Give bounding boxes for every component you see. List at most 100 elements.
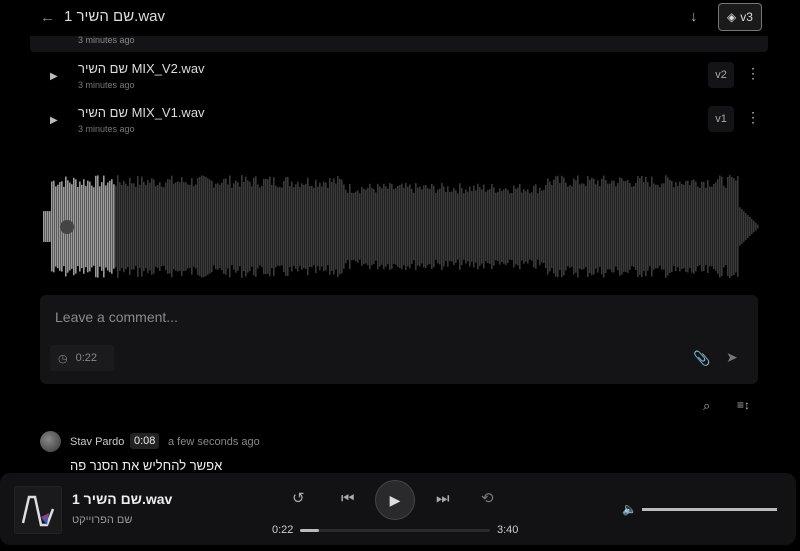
player-project[interactable]: שם הפרוייקט xyxy=(72,514,132,526)
waveform-bar xyxy=(149,182,151,271)
waveform[interactable] xyxy=(43,175,759,278)
waveform-bar xyxy=(515,188,517,265)
waveform-bar xyxy=(125,183,127,270)
waveform-bar xyxy=(347,192,349,261)
waveform-bar xyxy=(251,186,253,267)
waveform-bar xyxy=(349,184,351,269)
waveform-bar xyxy=(199,176,201,277)
waveform-bar xyxy=(181,177,183,276)
waveform-bar xyxy=(433,185,435,268)
waveform-bar xyxy=(423,185,425,268)
waveform-bar xyxy=(751,218,753,235)
waveform-bar xyxy=(407,186,409,267)
waveform-bar xyxy=(445,191,447,262)
waveform-bar xyxy=(341,179,343,274)
waveform-bar xyxy=(369,183,371,270)
comment-marker-avatar[interactable] xyxy=(60,220,74,234)
waveform-bar xyxy=(243,182,245,271)
more-vertical-icon[interactable]: ⋮ xyxy=(746,109,760,126)
skip-next-icon[interactable]: ⏭ xyxy=(436,490,450,507)
version-row-current[interactable]: 3 minutes ago xyxy=(30,35,768,52)
back-arrow-icon[interactable]: ← xyxy=(40,9,55,26)
waveform-bar xyxy=(315,179,317,274)
version-badge[interactable]: v1 xyxy=(708,106,734,132)
waveform-bar xyxy=(179,182,181,271)
waveform-bar xyxy=(589,179,591,274)
waveform-bar xyxy=(653,183,655,270)
waveform-bar xyxy=(299,187,301,266)
waveform-bar xyxy=(53,180,55,273)
comment-input[interactable]: Leave a comment... xyxy=(55,309,178,325)
waveform-bar xyxy=(393,189,395,264)
waveform-bar xyxy=(47,211,49,242)
waveform-bar xyxy=(137,175,139,278)
timestamp-toggle[interactable]: ◷ 0:22 xyxy=(50,345,114,371)
attach-icon[interactable]: 📎 xyxy=(693,350,710,367)
waveform-bar xyxy=(353,192,355,261)
waveform-bar xyxy=(287,177,289,276)
waveform-bar xyxy=(677,185,679,268)
waveform-bar xyxy=(599,186,601,267)
replay-icon[interactable]: ↺ xyxy=(292,489,305,507)
waveform-bar xyxy=(735,180,737,273)
waveform-bar xyxy=(577,175,579,278)
progress-slider[interactable] xyxy=(300,529,490,532)
sort-icon[interactable]: ≡↕ xyxy=(737,398,750,412)
waveform-bar xyxy=(85,185,87,268)
search-icon[interactable]: ⌕ xyxy=(703,398,710,414)
volume-slider[interactable] xyxy=(642,508,777,511)
waveform-bar xyxy=(661,183,663,270)
waveform-bar xyxy=(235,180,237,273)
repeat-icon[interactable]: ⟲ xyxy=(481,489,494,507)
waveform-bar xyxy=(629,182,631,271)
versions-button[interactable]: ◈ v3 xyxy=(718,3,762,31)
waveform-bar xyxy=(725,187,727,266)
waveform-bar xyxy=(155,186,157,267)
waveform-bar xyxy=(499,188,501,265)
skip-previous-icon[interactable]: ⏮ xyxy=(341,490,355,507)
waveform-bar xyxy=(575,180,577,273)
waveform-bar xyxy=(713,183,715,270)
waveform-bar xyxy=(437,189,439,264)
version-badge[interactable]: v2 xyxy=(708,62,734,88)
waveform-bar xyxy=(447,186,449,267)
waveform-bar xyxy=(417,187,419,266)
waveform-bar xyxy=(409,184,411,269)
waveform-bar xyxy=(337,175,339,278)
waveform-bar xyxy=(327,187,329,266)
waveform-bar xyxy=(119,182,121,271)
send-icon[interactable]: ➤ xyxy=(726,349,738,366)
waveform-bar xyxy=(255,176,257,277)
waveform-bar xyxy=(389,183,391,270)
play-button[interactable]: ▶ xyxy=(375,480,415,520)
waveform-bar xyxy=(357,190,359,263)
volume-icon[interactable]: 🔈 xyxy=(622,502,637,516)
waveform-bar xyxy=(77,186,79,267)
waveform-bar xyxy=(689,185,691,268)
waveform-bar xyxy=(707,179,709,274)
version-row[interactable]: ▶ שם השיר MIX_V1.wav 3 minutes ago v1 ⋮ xyxy=(0,101,800,145)
comment-timestamp[interactable]: 0:08 xyxy=(130,433,160,449)
waveform-bar xyxy=(595,184,597,269)
waveform-bar xyxy=(321,186,323,267)
more-vertical-icon[interactable]: ⋮ xyxy=(746,65,760,82)
waveform-bar xyxy=(339,178,341,275)
version-row[interactable]: ▶ שם השיר MIX_V2.wav 3 minutes ago v2 ⋮ xyxy=(0,57,800,101)
waveform-bar xyxy=(51,181,53,272)
download-icon[interactable]: ↓ xyxy=(690,8,698,25)
waveform-bar xyxy=(157,184,159,269)
waveform-bar xyxy=(301,183,303,270)
comment-text: אפשר להחליש את הסנר פה xyxy=(70,458,223,473)
waveform-bar xyxy=(693,179,695,274)
waveform-bar xyxy=(705,187,707,266)
play-icon[interactable]: ▶ xyxy=(50,71,58,82)
waveform-bar xyxy=(455,190,457,263)
waveform-bar xyxy=(603,175,605,278)
waveform-bar xyxy=(587,176,589,277)
waveform-bar xyxy=(297,181,299,272)
waveform-bar xyxy=(579,184,581,269)
play-icon[interactable]: ▶ xyxy=(50,115,58,126)
waveform-bar xyxy=(755,222,757,231)
waveform-bar xyxy=(217,183,219,270)
waveform-bar xyxy=(55,186,57,267)
